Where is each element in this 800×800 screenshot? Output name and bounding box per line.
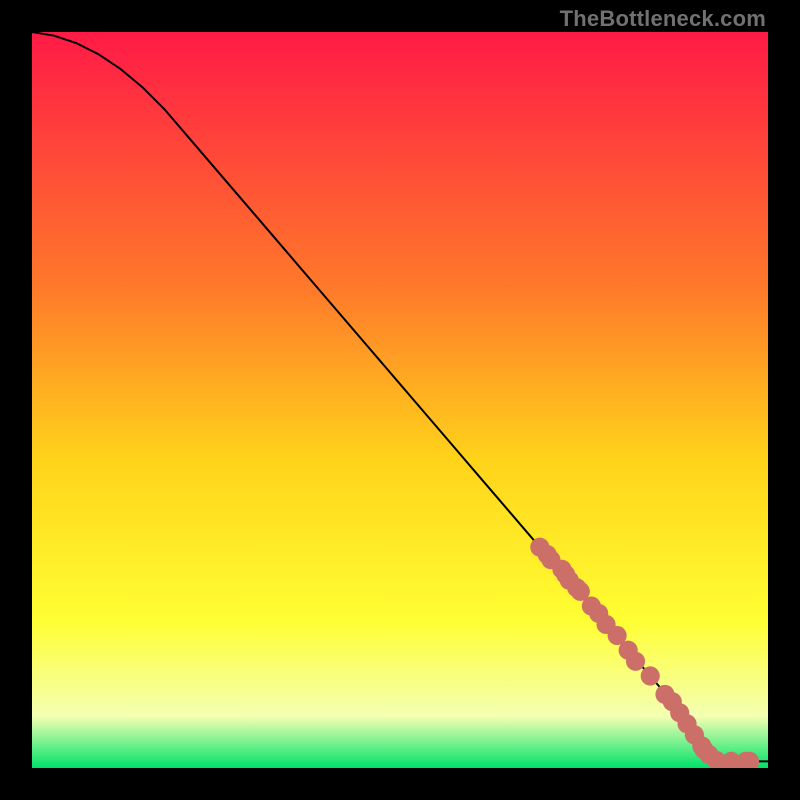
plot-area [32, 32, 768, 768]
chart-marker [626, 652, 645, 671]
chart-markers [530, 538, 759, 768]
watermark-label: TheBottleneck.com [560, 6, 766, 32]
chart-svg [32, 32, 768, 768]
chart-line [32, 32, 768, 761]
chart-marker [641, 666, 660, 685]
chart-frame: TheBottleneck.com [0, 0, 800, 800]
